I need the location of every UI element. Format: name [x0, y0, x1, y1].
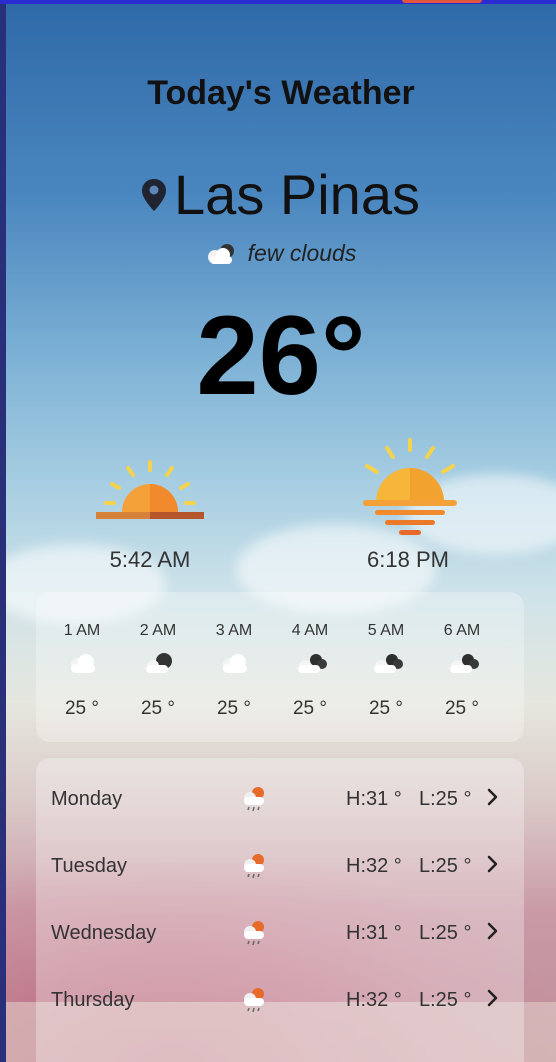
broken-clouds-icon: [450, 654, 479, 673]
hour-time: 5 AM: [367, 622, 405, 639]
daily-row-wednesday[interactable]: Wednesday H:31 ° L:25 °: [36, 904, 524, 964]
day-low: L:25 °: [419, 989, 472, 1011]
daily-row-tuesday[interactable]: Tuesday H:32 ° L:25 °: [36, 837, 524, 897]
day-name: Tuesday: [51, 855, 127, 877]
hour-time: 3 AM: [215, 622, 253, 639]
chevron-right-icon[interactable]: [484, 920, 502, 942]
sunset-time: 6:18 PM: [367, 547, 449, 572]
day-name: Wednesday: [51, 922, 157, 944]
hour-time: 1 AM: [63, 622, 101, 639]
day-low: L:25 °: [419, 788, 472, 810]
hourly-forecast[interactable]: 1 AM 25 ° 2 AM 25 ° 3 AM 25 ° 4 AM 25 ° …: [36, 592, 524, 742]
location-pin-icon: [142, 178, 167, 211]
broken-clouds-icon: [374, 654, 403, 673]
hour-temp: 25 °: [64, 698, 99, 719]
day-high: H:32 °: [346, 855, 402, 877]
hour-temp: 25 °: [368, 698, 403, 719]
sun-rain-icon: [244, 787, 264, 812]
hour-time: 6 AM: [443, 622, 481, 639]
cloud-icon: [71, 654, 95, 673]
daily-forecast: Monday H:31 ° L:25 ° Tuesday H:32 ° L:25…: [36, 758, 524, 1062]
cloud-icon: [223, 654, 247, 673]
sunrise-time: 5:42 AM: [109, 547, 191, 572]
hour-temp: 25 °: [444, 698, 479, 719]
daily-row-monday[interactable]: Monday H:31 ° L:25 °: [36, 770, 524, 830]
status-pill: [402, 0, 482, 3]
day-low: L:25 °: [419, 922, 472, 944]
location: Las Pinas: [6, 162, 556, 227]
sun-rain-icon: [244, 921, 264, 946]
city-name: Las Pinas: [174, 163, 420, 226]
sunset-icon: [363, 438, 457, 535]
day-high: H:32 °: [346, 989, 402, 1011]
day-high: H:31 °: [346, 788, 402, 810]
sunrise-icon: [96, 460, 204, 519]
hour-time: 2 AM: [139, 622, 177, 639]
sun-rain-icon: [244, 854, 264, 879]
hour-time: 4 AM: [291, 622, 329, 639]
chevron-right-icon[interactable]: [484, 786, 502, 808]
current-temperature: 26°: [196, 293, 366, 418]
day-name: Monday: [51, 788, 123, 810]
sun-rain-icon: [244, 988, 264, 1013]
chevron-right-icon[interactable]: [484, 853, 502, 875]
day-low: L:25 °: [419, 855, 472, 877]
current-condition: few clouds: [6, 240, 556, 267]
page-title: Today's Weather: [147, 74, 415, 112]
broken-clouds-icon: [298, 654, 327, 673]
hour-temp: 25 °: [292, 698, 327, 719]
day-high: H:31 °: [346, 922, 402, 944]
weather-screen: Today's Weather Las Pinas few clouds 26°: [6, 4, 556, 1062]
few-clouds-icon: [207, 243, 234, 264]
night-cloud-icon: [146, 653, 172, 673]
hour-temp: 25 °: [140, 698, 175, 719]
daily-row-thursday[interactable]: Thursday H:32 ° L:25 °: [36, 971, 524, 1031]
chevron-right-icon[interactable]: [484, 987, 502, 1009]
hour-temp: 25 °: [216, 698, 251, 719]
day-name: Thursday: [51, 989, 135, 1011]
condition-description: few clouds: [247, 240, 357, 266]
